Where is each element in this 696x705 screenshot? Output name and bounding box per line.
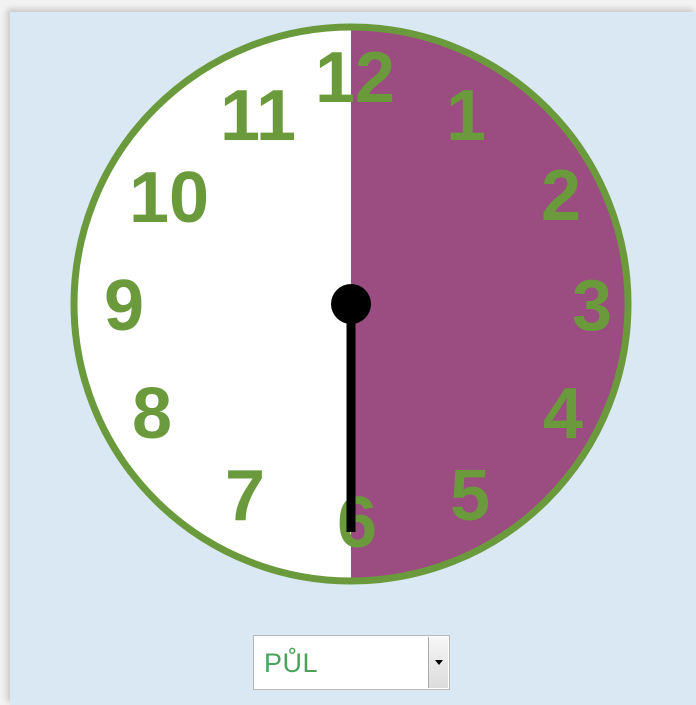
clock-number-9: 9 — [104, 266, 144, 346]
chevron-down-icon[interactable] — [428, 637, 448, 688]
clock-number-1: 1 — [446, 76, 486, 156]
clock-center-pin — [331, 284, 371, 324]
time-select[interactable]: PŮL — [253, 635, 450, 690]
clock-number-4: 4 — [543, 374, 583, 454]
analog-clock: 12 1 2 3 4 5 6 7 8 9 10 11 — [70, 23, 632, 585]
clock-number-5: 5 — [450, 456, 490, 536]
time-select-value: PŮL — [264, 648, 319, 678]
clock-number-8: 8 — [132, 374, 172, 454]
clock-number-7: 7 — [225, 456, 265, 536]
clock-number-12: 12 — [315, 38, 395, 118]
clock-number-3: 3 — [572, 266, 612, 346]
clock-number-6: 6 — [337, 483, 377, 563]
clock-number-2: 2 — [541, 156, 581, 236]
clock-number-10: 10 — [129, 158, 209, 238]
clock-number-11: 11 — [220, 76, 296, 156]
